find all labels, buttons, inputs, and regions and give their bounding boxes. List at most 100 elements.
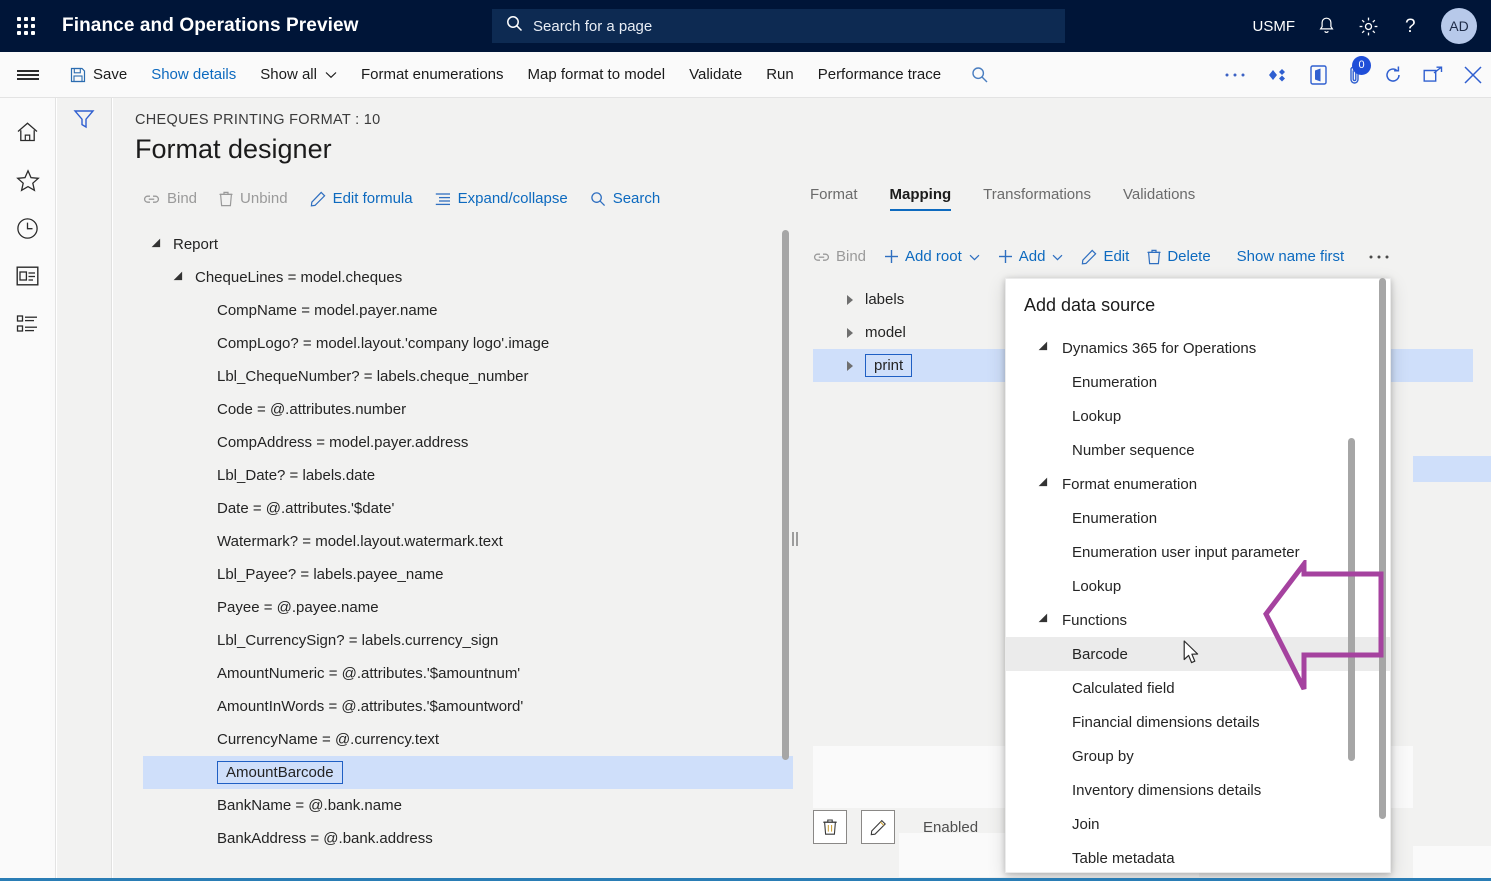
question-icon[interactable]: ? <box>1401 15 1419 37</box>
caret-right-icon[interactable] <box>835 327 865 338</box>
home-icon[interactable] <box>0 108 56 156</box>
flyout-item-lookup[interactable]: Lookup <box>1006 399 1390 433</box>
format-tree-row[interactable]: CompLogo? = model.layout.'company logo'.… <box>143 327 793 360</box>
refresh-icon[interactable] <box>1383 65 1403 85</box>
validate-button[interactable]: Validate <box>689 66 742 83</box>
format-tree-row[interactable]: BankAddress = @.bank.address <box>143 822 793 855</box>
flyout-item-inventory-dimensions-details[interactable]: Inventory dimensions details <box>1006 773 1390 807</box>
footer-edit-button[interactable] <box>861 810 895 844</box>
format-tree-row[interactable]: Watermark? = model.layout.watermark.text <box>143 525 793 558</box>
save-button[interactable]: Save <box>70 66 127 83</box>
flyout-item-functions[interactable]: Functions <box>1006 603 1390 637</box>
trash-icon <box>1147 249 1161 265</box>
caret-right-icon[interactable] <box>835 294 865 305</box>
tab-transformations[interactable]: Transformations <box>983 186 1091 211</box>
format-tree-row[interactable]: Report <box>143 228 793 261</box>
search-icon <box>506 15 523 37</box>
add-root-button[interactable]: Add root <box>884 248 980 265</box>
format-tree-row[interactable]: ChequeLines = model.cheques <box>143 261 793 294</box>
caret-down-icon[interactable] <box>1006 477 1062 491</box>
filter-funnel-icon[interactable] <box>73 108 95 135</box>
map-format-to-model-label: Map format to model <box>527 66 666 83</box>
flyout-outer-scrollbar[interactable] <box>1379 278 1386 819</box>
flyout-item-lookup[interactable]: Lookup <box>1006 569 1390 603</box>
flyout-item-financial-dimensions-details[interactable]: Financial dimensions details <box>1006 705 1390 739</box>
flyout-item-enumeration[interactable]: Enumeration <box>1006 501 1390 535</box>
format-tree-row-label: Lbl_CurrencySign? = labels.currency_sign <box>217 632 499 649</box>
attachments-icon[interactable]: 0 <box>1347 55 1371 86</box>
left-navigation-rail <box>0 98 56 881</box>
format-tree-row[interactable]: Payee = @.payee.name <box>143 591 793 624</box>
format-tree-row[interactable]: AmountInWords = @.attributes.'$amountwor… <box>143 690 793 723</box>
performance-trace-button[interactable]: Performance trace <box>818 66 941 83</box>
flyout-item-group-by[interactable]: Group by <box>1006 739 1390 773</box>
modules-list-icon[interactable] <box>0 300 56 348</box>
close-icon[interactable] <box>1463 65 1483 85</box>
show-all-dropdown[interactable]: Show all <box>260 66 337 83</box>
format-tree-row[interactable]: Lbl_Date? = labels.date <box>143 459 793 492</box>
format-tree-row[interactable]: AmountNumeric = @.attributes.'$amountnum… <box>143 657 793 690</box>
tab-format[interactable]: Format <box>810 186 858 211</box>
overflow-ellipsis-icon[interactable] <box>1224 72 1246 78</box>
recent-clock-icon[interactable] <box>0 204 56 252</box>
pane-splitter[interactable] <box>792 532 800 551</box>
flyout-item-calculated-field[interactable]: Calculated field <box>1006 671 1390 705</box>
command-bar-right-group: 0 <box>1204 52 1483 98</box>
command-search-icon[interactable] <box>971 66 989 84</box>
flyout-inner-scrollbar[interactable] <box>1348 438 1355 761</box>
flyout-item-number-sequence[interactable]: Number sequence <box>1006 433 1390 467</box>
format-tree-row[interactable]: CurrencyName = @.currency.text <box>143 723 793 756</box>
flyout-item-enumeration[interactable]: Enumeration <box>1006 365 1390 399</box>
format-tree-row[interactable]: CompName = model.payer.name <box>143 294 793 327</box>
flyout-item-join[interactable]: Join <box>1006 807 1390 841</box>
hamburger-icon[interactable] <box>0 52 56 98</box>
format-tree-row[interactable]: Lbl_CurrencySign? = labels.currency_sign <box>143 624 793 657</box>
waffle-icon[interactable] <box>0 0 52 52</box>
caret-down-icon[interactable] <box>165 271 195 284</box>
format-tree-row[interactable]: AmountBarcode <box>143 756 793 789</box>
office-app-icon[interactable] <box>1310 65 1327 85</box>
gear-icon[interactable] <box>1358 16 1379 37</box>
caret-down-icon[interactable] <box>143 238 173 251</box>
caret-down-icon[interactable] <box>1006 613 1062 627</box>
edit-formula-button[interactable]: Edit formula <box>310 190 413 207</box>
format-tree-row[interactable]: Lbl_Payee? = labels.payee_name <box>143 558 793 591</box>
footer-delete-button[interactable] <box>813 810 847 844</box>
format-enumerations-button[interactable]: Format enumerations <box>361 66 504 83</box>
avatar[interactable]: AD <box>1441 8 1477 44</box>
tab-mapping[interactable]: Mapping <box>889 186 951 211</box>
flyout-item-format-enumeration[interactable]: Format enumeration <box>1006 467 1390 501</box>
run-button[interactable]: Run <box>766 66 794 83</box>
company-selector[interactable]: USMF <box>1253 18 1296 35</box>
format-tree-row[interactable]: Code = @.attributes.number <box>143 393 793 426</box>
add-button[interactable]: Add <box>998 248 1064 265</box>
format-tree-row[interactable]: Lbl_ChequeNumber? = labels.cheque_number <box>143 360 793 393</box>
caret-right-icon[interactable] <box>835 360 865 371</box>
share-diamonds-icon[interactable] <box>1266 67 1290 83</box>
search-input[interactable]: Search for a page <box>492 9 1065 43</box>
workspaces-icon[interactable] <box>0 252 56 300</box>
bell-icon[interactable] <box>1317 16 1336 36</box>
tree-search-button[interactable]: Search <box>590 190 660 207</box>
format-tree-row-label: Lbl_Payee? = labels.payee_name <box>217 566 444 583</box>
format-tree-row[interactable]: Date = @.attributes.'$date' <box>143 492 793 525</box>
format-tree-row[interactable]: CompAddress = model.payer.address <box>143 426 793 459</box>
expand-collapse-button[interactable]: Expand/collapse <box>435 190 568 207</box>
map-format-to-model-button[interactable]: Map format to model <box>528 66 666 83</box>
popout-icon[interactable] <box>1423 66 1443 84</box>
format-tree-row[interactable]: BankName = @.bank.name <box>143 789 793 822</box>
tab-validations[interactable]: Validations <box>1123 186 1195 211</box>
show-name-first-button[interactable]: Show name first <box>1237 248 1345 265</box>
flyout-item-enumeration-user-input-parameter[interactable]: Enumeration user input parameter <box>1006 535 1390 569</box>
format-tree-scrollbar[interactable] <box>782 230 789 760</box>
flyout-item-dynamics-365-for-operations[interactable]: Dynamics 365 for Operations <box>1006 331 1390 365</box>
favorites-star-icon[interactable] <box>0 156 56 204</box>
flyout-item-table-metadata[interactable]: Table metadata <box>1006 841 1390 875</box>
flyout-item-barcode[interactable]: Barcode <box>1006 637 1390 671</box>
caret-down-icon[interactable] <box>1006 341 1062 355</box>
flyout-title: Add data source <box>1024 295 1156 315</box>
show-details-button[interactable]: Show details <box>151 66 236 83</box>
edit-button[interactable]: Edit <box>1081 248 1129 265</box>
mapping-overflow-ellipsis-icon[interactable] <box>1368 254 1390 260</box>
delete-button[interactable]: Delete <box>1147 248 1211 265</box>
